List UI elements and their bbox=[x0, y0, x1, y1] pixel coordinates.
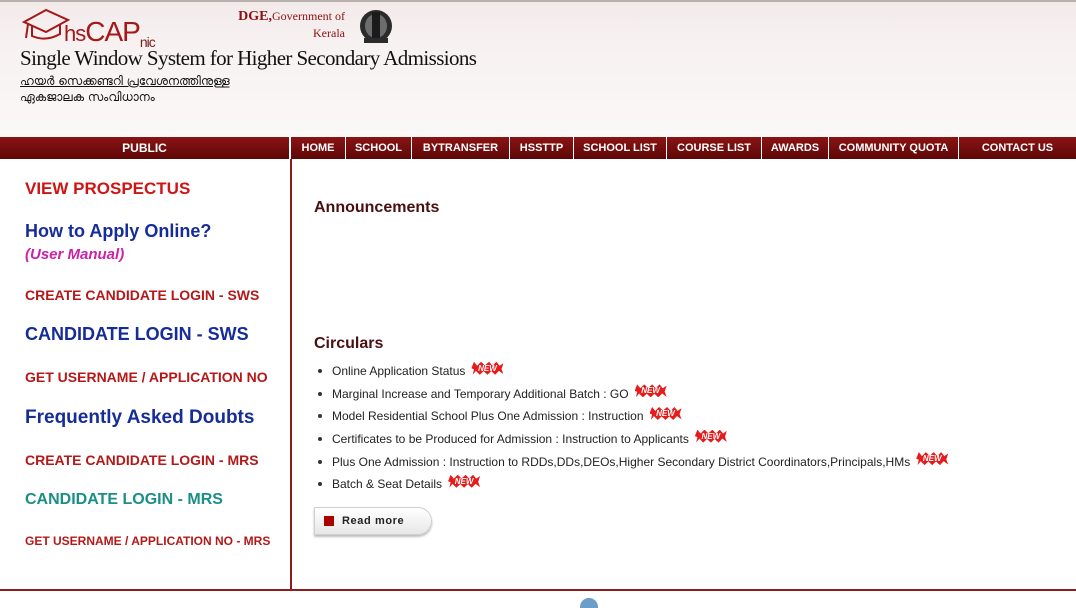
logo-cap-text: CAP bbox=[85, 16, 141, 47]
bullet-icon bbox=[318, 482, 322, 487]
circulars-list: Online Application Status NEW Marginal In… bbox=[314, 360, 949, 496]
nav-bytransfer[interactable]: BYTRANSFER bbox=[412, 137, 510, 159]
circular-item[interactable]: Model Residential School Plus One Admiss… bbox=[314, 405, 948, 428]
public-section-label: PUBLIC bbox=[0, 137, 291, 159]
circular-text: Online Application Status bbox=[332, 364, 466, 379]
nav-awards[interactable]: AWARDS bbox=[762, 137, 829, 159]
logo-hs: hs bbox=[64, 21, 86, 46]
nav-home[interactable]: HOME bbox=[291, 137, 346, 159]
circular-text: Certificates to be Produced for Admissio… bbox=[332, 432, 689, 447]
nav-school-list[interactable]: SCHOOL LIST bbox=[574, 137, 667, 159]
square-bullet-icon bbox=[324, 516, 334, 526]
circular-item[interactable]: Batch & Seat Details NEW bbox=[314, 473, 948, 496]
gov-state: Kerala bbox=[313, 26, 345, 40]
get-username-link[interactable]: GET USERNAME / APPLICATION NO bbox=[25, 369, 268, 385]
nav-contact-us[interactable]: CONTACT US bbox=[959, 137, 1076, 159]
main-navbar: PUBLIC HOME SCHOOL BYTRANSFER HSSTTP SCH… bbox=[0, 137, 1076, 159]
read-more-label: Read more bbox=[342, 515, 405, 527]
gov-text: Government of bbox=[272, 9, 345, 23]
nav-community-quota[interactable]: COMMUNITY QUOTA bbox=[829, 137, 959, 159]
new-badge-icon: NEW bbox=[471, 361, 504, 375]
announcements-heading: Announcements bbox=[314, 199, 440, 216]
get-username-mrs-link[interactable]: GET USERNAME / APPLICATION NO - MRS bbox=[25, 534, 270, 548]
nav-hssttp[interactable]: HSSTTP bbox=[510, 137, 574, 159]
malayalam-subtitle-line2: ഏകജാലക സംവിധാനം bbox=[20, 90, 155, 104]
user-manual-link[interactable]: (User Manual) bbox=[25, 246, 124, 263]
page-title: Single Window System for Higher Secondar… bbox=[20, 46, 477, 70]
circular-text: Plus One Admission : Instruction to RDDs… bbox=[332, 454, 911, 469]
new-badge-icon: NEW bbox=[634, 384, 667, 398]
bullet-icon bbox=[318, 459, 322, 464]
footer-divider bbox=[0, 589, 1076, 591]
state-emblem-icon bbox=[360, 10, 392, 43]
faq-link[interactable]: Frequently Asked Doubts bbox=[25, 407, 254, 429]
read-more-button[interactable]: Read more bbox=[314, 507, 432, 535]
create-candidate-login-sws-link[interactable]: CREATE CANDIDATE LOGIN - SWS bbox=[25, 287, 259, 303]
main-content: Announcements Circulars Online Applicati… bbox=[292, 159, 1076, 589]
site-header: hsCAPnic DGE,Government of Kerala Single… bbox=[0, 0, 1076, 137]
sidebar: VIEW PROSPECTUS How to Apply Online? (Us… bbox=[0, 159, 292, 589]
nav-course-list[interactable]: COURSE LIST bbox=[667, 137, 762, 159]
view-prospectus-link[interactable]: VIEW PROSPECTUS bbox=[25, 179, 190, 199]
nav-school[interactable]: SCHOOL bbox=[346, 137, 412, 159]
logo-wordmark: hsCAPnic bbox=[64, 16, 156, 50]
globe-icon bbox=[580, 598, 598, 608]
circular-text: Marginal Increase and Temporary Addition… bbox=[332, 386, 629, 401]
bullet-icon bbox=[318, 437, 322, 442]
bullet-icon bbox=[318, 414, 322, 419]
circulars-heading: Circulars bbox=[314, 335, 384, 352]
create-candidate-login-mrs-link[interactable]: CREATE CANDIDATE LOGIN - MRS bbox=[25, 452, 259, 468]
new-badge-icon: NEW bbox=[916, 452, 949, 466]
malayalam-subtitle-line1: ഹയർ സെക്കണ്ടറി പ്രവേശനത്തിനുള്ള bbox=[20, 74, 230, 88]
new-badge-icon: NEW bbox=[649, 406, 682, 420]
circular-text: Model Residential School Plus One Admiss… bbox=[332, 409, 644, 424]
circular-item[interactable]: Plus One Admission : Instruction to RDDs… bbox=[314, 450, 949, 473]
graduation-cap-icon bbox=[21, 8, 70, 40]
bullet-icon bbox=[318, 369, 322, 374]
candidate-login-mrs-link[interactable]: CANDIDATE LOGIN - MRS bbox=[25, 491, 223, 509]
new-badge-icon: NEW bbox=[694, 429, 727, 443]
gov-dge: DGE, bbox=[238, 9, 273, 24]
circular-item[interactable]: Certificates to be Produced for Admissio… bbox=[314, 428, 948, 451]
circular-item[interactable]: Online Application Status NEW bbox=[314, 360, 948, 383]
circular-item[interactable]: Marginal Increase and Temporary Addition… bbox=[314, 383, 948, 406]
new-badge-icon: NEW bbox=[448, 474, 481, 488]
circular-text: Batch & Seat Details bbox=[332, 477, 443, 492]
government-label: DGE,Government of Kerala bbox=[233, 8, 345, 42]
bullet-icon bbox=[318, 391, 322, 396]
how-to-apply-link[interactable]: How to Apply Online? bbox=[25, 221, 211, 242]
hscap-logo[interactable]: hsCAPnic bbox=[20, 6, 160, 50]
candidate-login-sws-link[interactable]: CANDIDATE LOGIN - SWS bbox=[25, 324, 249, 345]
